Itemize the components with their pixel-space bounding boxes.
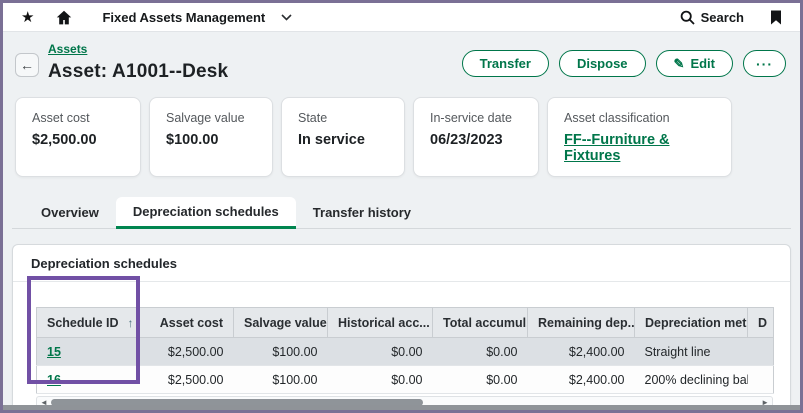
edit-button[interactable]: ✎ Edit xyxy=(656,50,733,77)
favorites-star-icon[interactable]: ★ xyxy=(21,10,34,25)
column-header-historical[interactable]: Historical acc... xyxy=(328,308,433,338)
cell-asset-cost: $2,500.00 xyxy=(137,366,234,394)
card-value: $100.00 xyxy=(166,132,256,148)
cell-truncated xyxy=(748,366,774,394)
page-title: Asset: A1001--Desk xyxy=(48,61,228,83)
card-value: $2,500.00 xyxy=(32,132,124,148)
sort-ascending-icon: ↑ xyxy=(128,316,134,330)
schedules-table: Schedule ID ↑ Asset cost Salvage value Hi… xyxy=(36,307,774,394)
global-search[interactable]: Search xyxy=(680,10,744,25)
panel-title: Depreciation schedules xyxy=(13,245,790,282)
ellipsis-icon: ··· xyxy=(756,56,773,72)
schedule-id-link[interactable]: 16 xyxy=(47,373,61,387)
bookmark-icon[interactable] xyxy=(770,10,782,25)
cell-depreciation-method: Straight line xyxy=(635,338,748,366)
app-name: Fixed Assets Management xyxy=(102,10,265,25)
table-header-row: Schedule ID ↑ Asset cost Salvage value Hi… xyxy=(37,308,774,338)
detail-tabs: Overview Depreciation schedules Transfer… xyxy=(12,196,791,229)
card-asset-classification: Asset classification FF--Furniture & Fix… xyxy=(547,97,732,177)
column-header-label: Schedule ID xyxy=(47,316,119,330)
top-navigation-bar: ★ Fixed Assets Management Search xyxy=(3,3,800,32)
card-salvage-value: Salvage value $100.00 xyxy=(149,97,273,177)
cell-schedule-id: 16 xyxy=(37,366,137,394)
depreciation-schedules-panel: Depreciation schedules Schedule ID ↑ Asse… xyxy=(12,244,791,413)
column-header-asset-cost[interactable]: Asset cost xyxy=(137,308,234,338)
column-header-truncated[interactable]: D xyxy=(748,308,774,338)
cell-remaining: $2,400.00 xyxy=(528,366,635,394)
card-label: Asset classification xyxy=(564,111,715,125)
cell-asset-cost: $2,500.00 xyxy=(137,338,234,366)
chevron-down-icon xyxy=(281,14,292,21)
card-label: Salvage value xyxy=(166,111,256,125)
column-header-salvage-value[interactable]: Salvage value xyxy=(234,308,328,338)
cell-schedule-id: 15 xyxy=(37,338,137,366)
summary-cards: Asset cost $2,500.00 Salvage value $100.… xyxy=(15,97,788,177)
tab-overview[interactable]: Overview xyxy=(24,196,116,228)
schedule-id-link[interactable]: 15 xyxy=(47,345,61,359)
cell-total-accumulated: $0.00 xyxy=(433,338,528,366)
schedules-table-wrap: Schedule ID ↑ Asset cost Salvage value Hi… xyxy=(36,307,773,394)
edit-button-label: Edit xyxy=(690,56,715,71)
dispose-button-label: Dispose xyxy=(577,56,628,71)
cell-total-accumulated: $0.00 xyxy=(433,366,528,394)
cell-salvage-value: $100.00 xyxy=(234,366,328,394)
dispose-button[interactable]: Dispose xyxy=(559,50,646,77)
star-glyph: ★ xyxy=(21,10,34,25)
page-actions: Transfer Dispose ✎ Edit ··· xyxy=(462,50,786,77)
card-state: State In service xyxy=(281,97,405,177)
tab-depreciation-schedules[interactable]: Depreciation schedules xyxy=(116,197,296,229)
page-bottom-scrollbar[interactable] xyxy=(3,405,800,410)
cell-depreciation-method: 200% declining balance xyxy=(635,366,748,394)
card-label: State xyxy=(298,111,388,125)
cell-truncated xyxy=(748,338,774,366)
asset-classification-link[interactable]: FF--Furniture & Fixtures xyxy=(564,132,715,164)
tab-transfer-history[interactable]: Transfer history xyxy=(296,196,428,228)
more-actions-button[interactable]: ··· xyxy=(743,50,786,77)
transfer-button[interactable]: Transfer xyxy=(462,50,549,77)
back-button[interactable]: ← xyxy=(15,53,39,77)
card-value: In service xyxy=(298,132,388,148)
transfer-button-label: Transfer xyxy=(480,56,531,71)
topbar-right-group: Search xyxy=(680,10,782,25)
page-header-left: ← Assets Asset: A1001--Desk xyxy=(15,40,228,83)
card-label: Asset cost xyxy=(32,111,124,125)
app-switcher[interactable]: Fixed Assets Management xyxy=(102,10,292,25)
table-row: 16 $2,500.00 $100.00 $0.00 $0.00 $2,400.… xyxy=(37,366,774,394)
card-value: 06/23/2023 xyxy=(430,132,522,148)
column-header-depreciation-method[interactable]: Depreciation method xyxy=(635,308,748,338)
search-icon xyxy=(680,10,695,25)
breadcrumb-assets-link[interactable]: Assets xyxy=(48,42,87,56)
cell-salvage-value: $100.00 xyxy=(234,338,328,366)
column-header-total-accumulated[interactable]: Total accumul... xyxy=(433,308,528,338)
card-asset-cost: Asset cost $2,500.00 xyxy=(15,97,141,177)
table-row: 15 $2,500.00 $100.00 $0.00 $0.00 $2,400.… xyxy=(37,338,774,366)
column-header-remaining[interactable]: Remaining dep... xyxy=(528,308,635,338)
search-label: Search xyxy=(701,10,744,25)
card-label: In-service date xyxy=(430,111,522,125)
edit-pencil-icon: ✎ xyxy=(674,57,685,70)
title-block: Assets Asset: A1001--Desk xyxy=(48,40,228,83)
back-arrow-icon: ← xyxy=(20,57,34,73)
page-header: ← Assets Asset: A1001--Desk Transfer Dis… xyxy=(15,40,786,83)
home-icon[interactable] xyxy=(56,10,72,25)
cell-historical: $0.00 xyxy=(328,366,433,394)
cell-historical: $0.00 xyxy=(328,338,433,366)
app-window: ★ Fixed Assets Management Search xyxy=(0,0,803,413)
cell-remaining: $2,400.00 xyxy=(528,338,635,366)
column-header-schedule-id[interactable]: Schedule ID ↑ xyxy=(37,308,137,338)
card-in-service-date: In-service date 06/23/2023 xyxy=(413,97,539,177)
